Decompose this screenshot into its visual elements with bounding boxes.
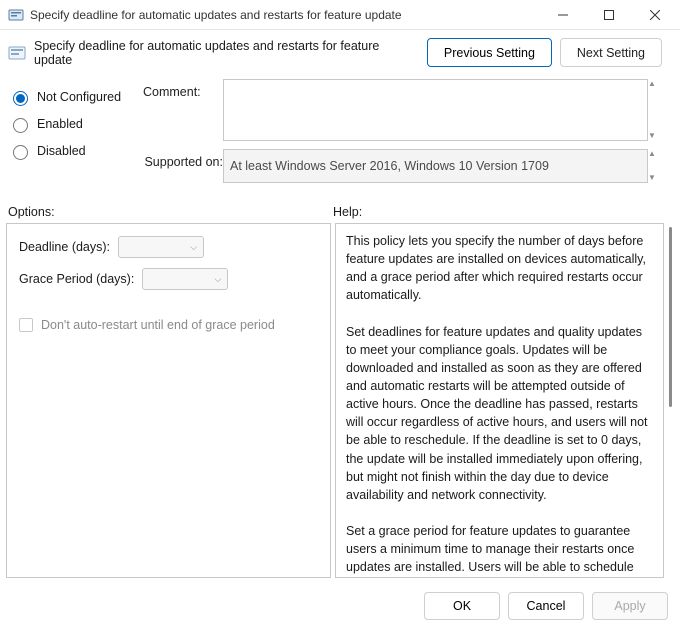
footer: OK Cancel Apply <box>0 584 680 630</box>
auto-restart-checkbox-row[interactable]: Don't auto-restart until end of grace pe… <box>19 318 318 332</box>
help-scrollbar[interactable] <box>666 223 674 578</box>
titlebar: Specify deadline for automatic updates a… <box>0 0 680 30</box>
auto-restart-checkbox[interactable] <box>19 318 33 332</box>
scrollbar-thumb[interactable] <box>669 227 672 407</box>
previous-setting-button[interactable]: Previous Setting <box>427 38 552 67</box>
comment-label: Comment: <box>143 79 223 141</box>
supported-scrollbar[interactable]: ▲ ▼ <box>648 149 662 183</box>
policy-title: Specify deadline for automatic updates a… <box>34 39 419 67</box>
ok-button[interactable]: OK <box>424 592 500 620</box>
auto-restart-label: Don't auto-restart until end of grace pe… <box>41 318 275 332</box>
help-text: This policy lets you specify the number … <box>335 223 664 578</box>
radio-enabled-label: Enabled <box>37 117 83 131</box>
config-area: Not Configured Enabled Disabled Comment:… <box>0 75 680 183</box>
policy-icon <box>8 44 26 62</box>
options-panel: Deadline (days): ⌵ Grace Period (days): … <box>6 223 331 578</box>
radio-enabled[interactable]: Enabled <box>8 110 143 137</box>
radio-disabled-label: Disabled <box>37 144 86 158</box>
scroll-down-icon: ▼ <box>648 174 662 182</box>
window-title: Specify deadline for automatic updates a… <box>30 8 540 22</box>
close-button[interactable] <box>632 0 678 30</box>
radio-not-configured-label: Not Configured <box>37 90 121 104</box>
radio-disabled-input[interactable] <box>13 145 28 160</box>
chevron-down-icon: ⌵ <box>215 274 222 285</box>
radio-enabled-input[interactable] <box>13 118 28 133</box>
scroll-up-icon: ▲ <box>648 150 662 158</box>
grace-period-label: Grace Period (days): <box>19 272 134 286</box>
minimize-button[interactable] <box>540 0 586 30</box>
help-label: Help: <box>333 205 662 219</box>
deadline-spinner[interactable]: ⌵ <box>118 236 204 258</box>
apply-button: Apply <box>592 592 668 620</box>
header: Specify deadline for automatic updates a… <box>0 30 680 75</box>
supported-label: Supported on: <box>93 141 223 183</box>
supported-on-text: At least Windows Server 2016, Windows 10… <box>223 149 648 183</box>
panels: Deadline (days): ⌵ Grace Period (days): … <box>0 223 680 584</box>
maximize-button[interactable] <box>586 0 632 30</box>
comment-scrollbar[interactable]: ▲ ▼ <box>648 79 662 141</box>
section-labels: Options: Help: <box>0 183 680 223</box>
cancel-button[interactable]: Cancel <box>508 592 584 620</box>
next-setting-button[interactable]: Next Setting <box>560 38 662 67</box>
scroll-down-icon: ▼ <box>648 132 662 140</box>
deadline-label: Deadline (days): <box>19 240 110 254</box>
grace-period-spinner[interactable]: ⌵ <box>142 268 228 290</box>
radio-not-configured-input[interactable] <box>13 91 28 106</box>
scroll-up-icon: ▲ <box>648 80 662 88</box>
app-icon <box>8 7 24 23</box>
radio-not-configured[interactable]: Not Configured <box>8 83 143 110</box>
comment-textarea[interactable] <box>223 79 648 141</box>
chevron-down-icon: ⌵ <box>190 242 197 253</box>
options-label: Options: <box>8 205 333 219</box>
